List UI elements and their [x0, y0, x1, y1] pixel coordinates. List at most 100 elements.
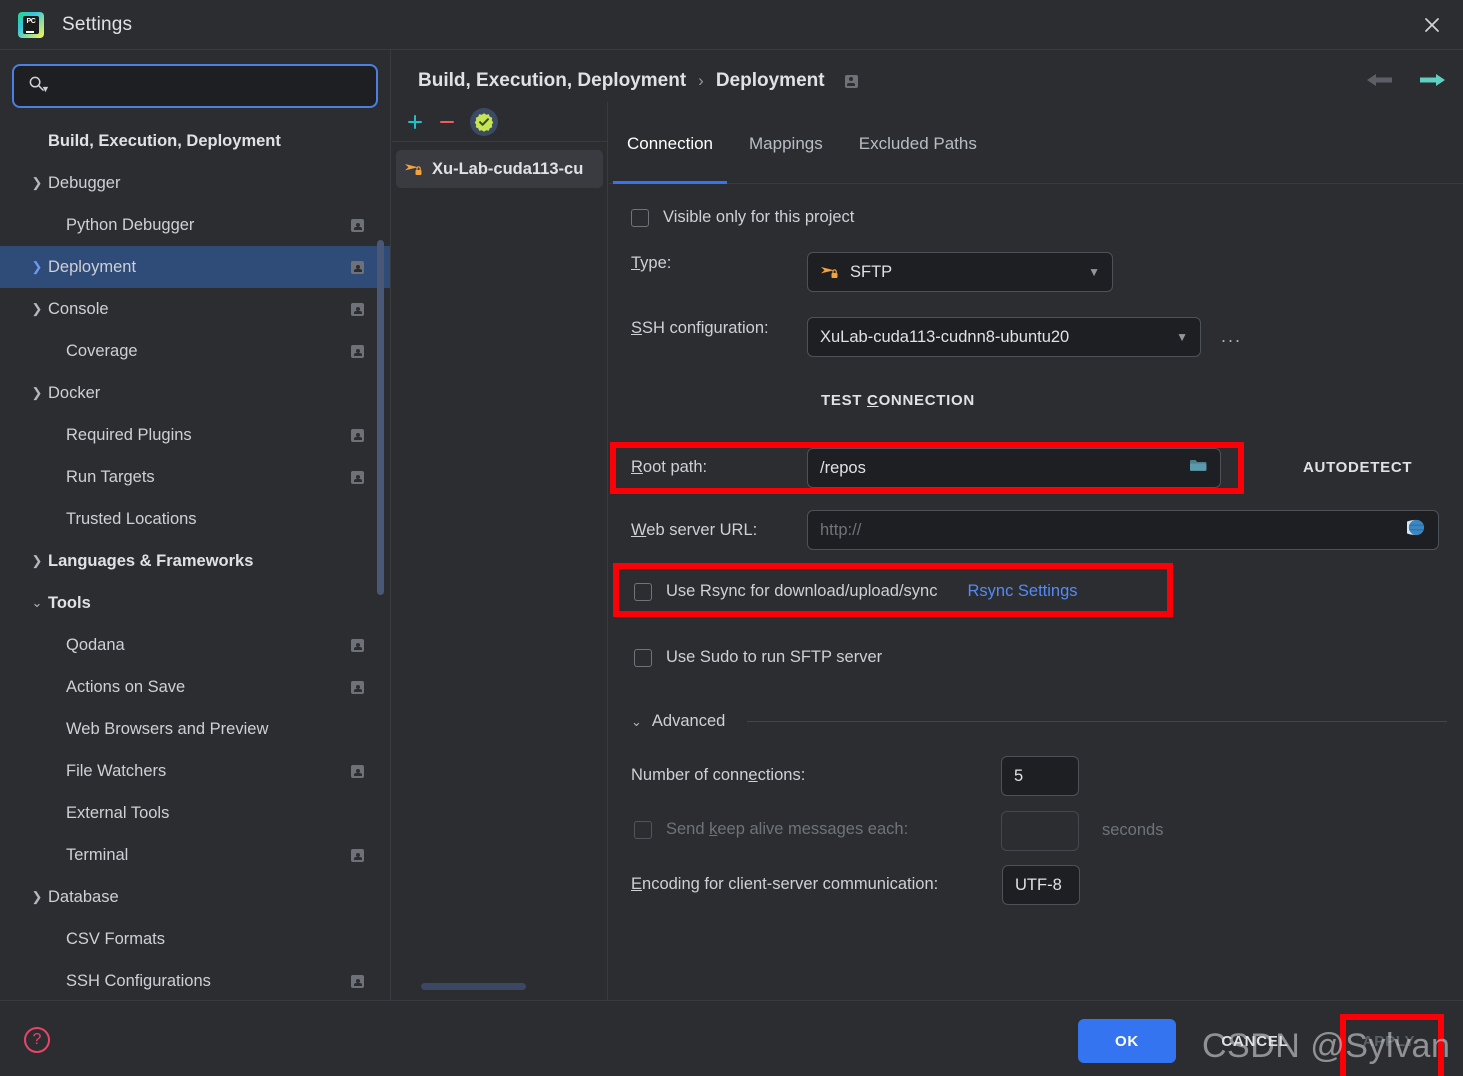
keepalive-input	[1001, 811, 1079, 851]
advanced-section-header[interactable]: ⌄ Advanced	[631, 712, 1447, 731]
remove-server-button[interactable]	[438, 113, 456, 131]
test-connection-link[interactable]: TEST CONNECTION	[821, 392, 975, 409]
connection-form: Visible only for this project Type: SFTP…	[609, 184, 1463, 1000]
sidebar-item-csv-formats[interactable]: ❯CSV Formats	[0, 918, 390, 960]
keepalive-checkbox	[634, 820, 652, 839]
encoding-input[interactable]: UTF-8	[1002, 865, 1080, 905]
tab-mappings[interactable]: Mappings	[731, 122, 841, 184]
sidebar-item-debugger[interactable]: ❯ Debugger	[0, 162, 390, 204]
arrow-left-icon[interactable]	[1365, 70, 1395, 95]
connections-input[interactable]: 5	[1001, 756, 1079, 796]
breadcrumb: Build, Execution, Deployment › Deploymen…	[418, 70, 858, 92]
settings-sidebar: ▼ ❯Build, Execution, Deployment❯Debugger…	[0, 50, 391, 1000]
settings-tree: ❯Build, Execution, Deployment❯Debugger❯P…	[0, 120, 390, 1000]
ok-button[interactable]: OK	[1078, 1019, 1176, 1063]
sidebar-item-web-browsers-and-preview[interactable]: ❯Web Browsers and Preview	[0, 708, 390, 750]
rsync-settings-link[interactable]: Rsync Settings	[967, 582, 1077, 601]
chevron-right-icon[interactable]: ❯	[26, 385, 48, 401]
sidebar-item-label: Languages & Frameworks	[48, 551, 254, 570]
chevron-down-icon[interactable]: ⌄	[631, 714, 642, 730]
root-path-label-wrap: Root path:	[631, 458, 707, 477]
folder-icon[interactable]	[1189, 458, 1208, 479]
breadcrumb-separator-icon: ›	[698, 71, 704, 90]
sidebar-scrollbar[interactable]	[377, 240, 384, 595]
sidebar-item-file-watchers[interactable]: ❯File Watchers	[0, 750, 390, 792]
ssh-config-select[interactable]: XuLab-cuda113-cudnn8-ubuntu20 ▼	[807, 317, 1201, 357]
breadcrumb-parent[interactable]: Build, Execution, Deployment	[418, 70, 686, 92]
sidebar-item-label: Python Debugger	[66, 215, 195, 234]
settings-dialog: PC Settings ▼ ❯Build, Execution, Deploym…	[0, 0, 1463, 1076]
arrow-right-icon[interactable]	[1417, 70, 1447, 95]
sidebar-item-label: File Watchers	[66, 761, 167, 780]
chevron-down-icon: ▼	[1088, 265, 1100, 279]
sidebar-item-label: Database	[48, 887, 119, 906]
project-scope-badge-icon	[351, 680, 364, 694]
web-server-url-input[interactable]: http://	[807, 510, 1439, 550]
sidebar-item-tools[interactable]: ⌄ Tools	[0, 582, 390, 624]
visible-only-checkbox[interactable]	[631, 208, 649, 227]
deployment-server-panel: Xu-Lab-cuda113-cu	[392, 102, 608, 1000]
close-icon[interactable]	[1415, 8, 1449, 42]
chevron-right-icon[interactable]: ❯	[26, 175, 48, 191]
sidebar-item-ssh-configurations[interactable]: ❯SSH Configurations	[0, 960, 390, 1000]
server-name: Xu-Lab-cuda113-cu	[432, 159, 584, 178]
sidebar-item-label: Build, Execution, Deployment	[48, 131, 281, 150]
use-rsync-checkbox[interactable]	[634, 582, 652, 601]
project-scope-badge-icon	[351, 344, 364, 358]
sidebar-item-label: Run Targets	[66, 467, 155, 486]
cancel-button[interactable]: CANCEL	[1196, 1019, 1314, 1063]
sidebar-item-label: Qodana	[66, 635, 125, 654]
dialog-button-bar: ? OK CANCEL APPLY	[0, 1000, 1463, 1076]
search-box[interactable]: ▼	[12, 64, 378, 108]
tab-connection[interactable]: Connection	[609, 122, 731, 184]
sidebar-item-label: SSH Configurations	[66, 971, 211, 990]
sidebar-item-label: Terminal	[66, 845, 129, 864]
search-input[interactable]	[57, 77, 364, 95]
ssh-config-more-button[interactable]: ...	[1221, 326, 1242, 347]
project-scope-badge-icon	[351, 638, 364, 652]
sidebar-item-database[interactable]: ❯ Database	[0, 876, 390, 918]
sidebar-item-coverage[interactable]: ❯Coverage	[0, 330, 390, 372]
help-circle-icon[interactable]: ?	[24, 1027, 50, 1053]
chevron-down-icon[interactable]: ⌄	[26, 595, 48, 611]
sidebar-item-docker[interactable]: ❯ Docker	[0, 372, 390, 414]
root-path-input[interactable]: /repos	[807, 448, 1221, 488]
sidebar-item-actions-on-save[interactable]: ❯Actions on Save	[0, 666, 390, 708]
sidebar-item-qodana[interactable]: ❯Qodana	[0, 624, 390, 666]
sidebar-item-languages-frameworks[interactable]: ❯ Languages & Frameworks	[0, 540, 390, 582]
server-list-item[interactable]: Xu-Lab-cuda113-cu	[396, 150, 603, 188]
sidebar-item-deployment[interactable]: ❯ Deployment	[0, 246, 390, 288]
sidebar-item-trusted-locations[interactable]: ❯Trusted Locations	[0, 498, 390, 540]
type-select[interactable]: SFTP ▼	[807, 252, 1113, 292]
tab-excluded-paths[interactable]: Excluded Paths	[841, 122, 995, 184]
pycharm-logo-icon: PC	[18, 11, 44, 38]
globe-icon[interactable]	[1401, 518, 1426, 542]
sidebar-item-build-execution-deployment[interactable]: ❯Build, Execution, Deployment	[0, 120, 390, 162]
chevron-right-icon[interactable]: ❯	[26, 301, 48, 317]
sftp-icon	[820, 264, 840, 280]
chevron-right-icon[interactable]: ❯	[26, 259, 48, 275]
sidebar-item-console[interactable]: ❯ Console	[0, 288, 390, 330]
add-server-button[interactable]	[406, 113, 424, 131]
verified-check-icon[interactable]	[470, 107, 498, 136]
project-scope-badge-icon	[351, 974, 364, 988]
sidebar-item-run-targets[interactable]: ❯Run Targets	[0, 456, 390, 498]
web-server-url-value: http://	[820, 520, 862, 539]
server-list-horizontal-scrollbar[interactable]	[421, 983, 526, 990]
search-dropdown-arrow-icon[interactable]: ▼	[41, 84, 50, 94]
chevron-right-icon[interactable]: ❯	[26, 889, 48, 905]
use-rsync-row: Use Rsync for download/upload/sync Rsync…	[634, 582, 1078, 601]
sidebar-item-external-tools[interactable]: ❯External Tools	[0, 792, 390, 834]
sidebar-item-label: Actions on Save	[66, 677, 186, 696]
sidebar-item-label: External Tools	[66, 803, 170, 822]
sidebar-item-required-plugins[interactable]: ❯Required Plugins	[0, 414, 390, 456]
web-server-url-label: Web server URL:	[631, 521, 758, 539]
use-sudo-checkbox[interactable]	[634, 648, 652, 667]
chevron-down-icon: ▼	[1176, 330, 1188, 344]
chevron-right-icon[interactable]: ❯	[26, 553, 48, 569]
sidebar-item-python-debugger[interactable]: ❯Python Debugger	[0, 204, 390, 246]
connections-label-wrap: Number of connections:	[631, 766, 805, 785]
autodetect-link[interactable]: AUTODETECT	[1303, 459, 1412, 476]
sidebar-item-terminal[interactable]: ❯Terminal	[0, 834, 390, 876]
visible-only-row: Visible only for this project	[631, 208, 854, 227]
